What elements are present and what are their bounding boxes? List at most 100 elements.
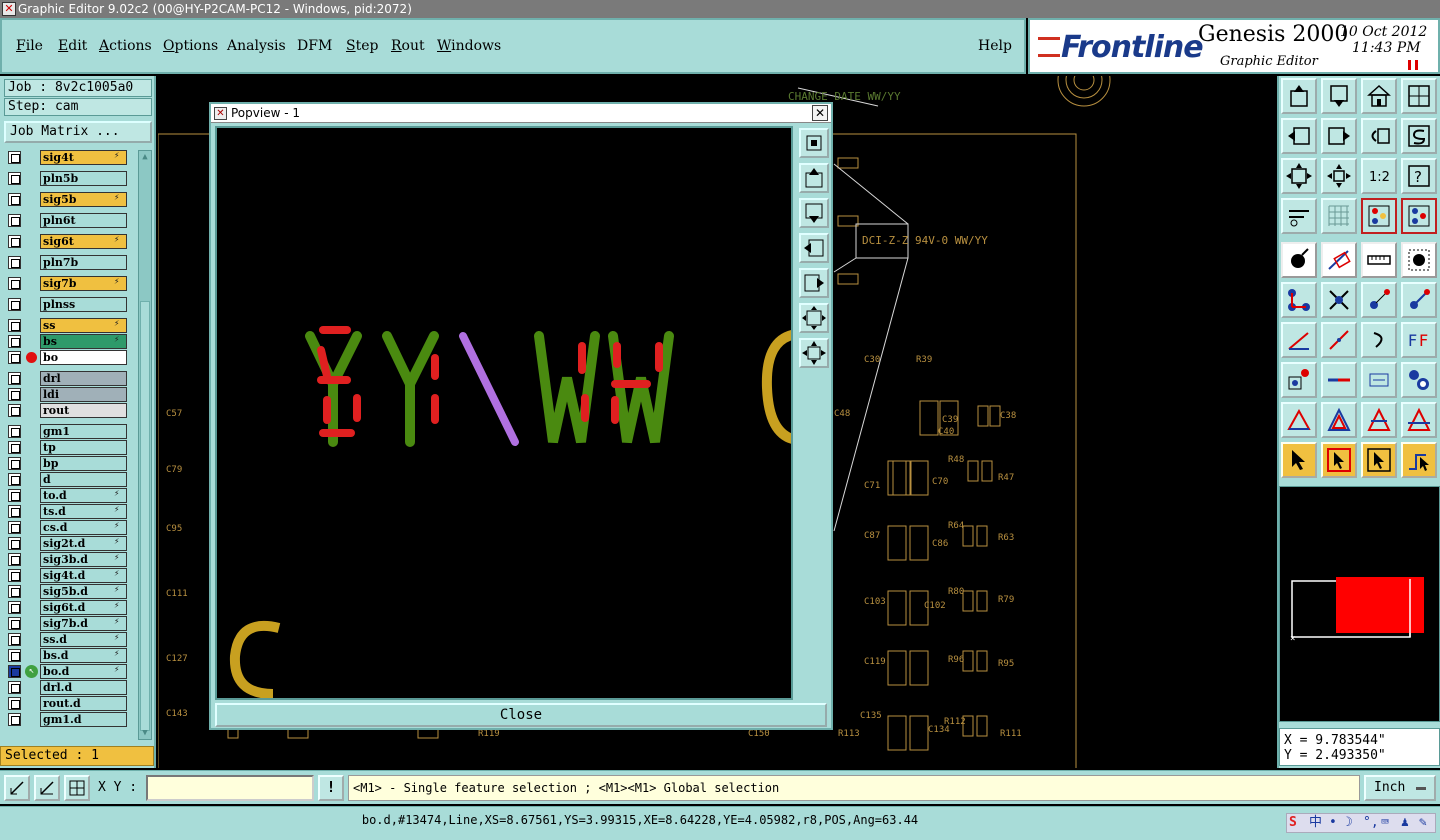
ime-punct-icon[interactable]: °, bbox=[1363, 815, 1379, 831]
menu-file[interactable]: File bbox=[16, 38, 43, 54]
horizontal-line-icon[interactable] bbox=[1321, 362, 1357, 398]
tools-palette-icon[interactable] bbox=[1281, 198, 1317, 234]
layer-row[interactable]: sig6t ⚡ bbox=[4, 234, 134, 249]
popview-close-button[interactable]: Close bbox=[215, 703, 827, 727]
layer-name[interactable]: pln5b bbox=[40, 171, 127, 186]
layer-scrollbar[interactable]: ▲ ▼ bbox=[138, 150, 152, 740]
layer-checkbox[interactable] bbox=[8, 388, 21, 401]
layer-checkbox[interactable] bbox=[8, 151, 21, 164]
triangle-double-icon[interactable] bbox=[1321, 402, 1357, 438]
layer-row[interactable]: cs.d ⚡ bbox=[4, 520, 134, 535]
menu-edit[interactable]: Edit bbox=[58, 38, 87, 54]
xy-input[interactable] bbox=[146, 775, 314, 801]
move-vertex-icon[interactable] bbox=[1401, 282, 1437, 318]
execute-button[interactable]: ! bbox=[318, 775, 344, 801]
select-pointer-icon[interactable] bbox=[1281, 442, 1317, 478]
layer-row[interactable]: ↖ bo.d ⚡ bbox=[4, 664, 134, 679]
wrench-icon[interactable]: ✎ bbox=[1419, 815, 1427, 831]
layer-row[interactable]: sig4t ⚡ bbox=[4, 150, 134, 165]
layer-checkbox[interactable] bbox=[8, 665, 21, 678]
pan-left-icon[interactable] bbox=[1281, 118, 1317, 154]
layer-checkbox[interactable] bbox=[8, 649, 21, 662]
popview-close-icon[interactable]: ✕ bbox=[812, 105, 828, 121]
layer-checkbox[interactable] bbox=[8, 697, 21, 710]
layer-row[interactable]: drl.d bbox=[4, 680, 134, 695]
add-pad-icon[interactable] bbox=[1281, 242, 1317, 278]
layer-row[interactable]: sig6t.d ⚡ bbox=[4, 600, 134, 615]
snap-mode-icon[interactable] bbox=[1361, 198, 1397, 234]
group-pads-icon[interactable] bbox=[1401, 362, 1437, 398]
layer-checkbox[interactable] bbox=[8, 537, 21, 550]
keyboard-icon[interactable]: ⌨ bbox=[1381, 815, 1389, 831]
layer-row[interactable]: bs.d ⚡ bbox=[4, 648, 134, 663]
layer-name[interactable]: gm1.d bbox=[40, 712, 127, 727]
arch-icon[interactable] bbox=[1361, 402, 1397, 438]
layer-checkbox[interactable] bbox=[8, 404, 21, 417]
layer-row[interactable]: ss.d ⚡ bbox=[4, 632, 134, 647]
layer-checkbox[interactable] bbox=[8, 235, 21, 248]
layer-row[interactable]: sig5b.d ⚡ bbox=[4, 584, 134, 599]
popview-pan-down-icon[interactable] bbox=[799, 198, 829, 228]
menu-analysis[interactable]: Analysis bbox=[227, 38, 286, 54]
layer-row[interactable]: to.d ⚡ bbox=[4, 488, 134, 503]
select-inside-pointer-icon[interactable] bbox=[1361, 442, 1397, 478]
ime-chinese-icon[interactable]: 中 bbox=[1309, 815, 1322, 831]
layer-row[interactable]: ts.d ⚡ bbox=[4, 504, 134, 519]
menu-step[interactable]: Step bbox=[346, 38, 378, 54]
grid-snap-icon[interactable] bbox=[64, 775, 90, 801]
layer-name[interactable]: ldi bbox=[40, 387, 127, 402]
layer-row[interactable]: plnss bbox=[4, 297, 134, 312]
pan-right-icon[interactable] bbox=[1321, 118, 1357, 154]
layer-row[interactable]: sig7b ⚡ bbox=[4, 276, 134, 291]
select-pad-icon[interactable] bbox=[1281, 362, 1317, 398]
layer-name[interactable]: bo bbox=[40, 350, 127, 365]
layer-row[interactable]: ss ⚡ bbox=[4, 318, 134, 333]
ruler-icon[interactable] bbox=[1361, 242, 1397, 278]
layer-row[interactable]: pln5b bbox=[4, 171, 134, 186]
layer-checkbox[interactable] bbox=[8, 351, 21, 364]
pan-down-icon[interactable] bbox=[1321, 78, 1357, 114]
layer-row[interactable]: bo bbox=[4, 350, 134, 365]
pan-up-icon[interactable] bbox=[1281, 78, 1317, 114]
scroll-down-icon[interactable]: ▼ bbox=[140, 727, 150, 739]
layer-checkbox[interactable] bbox=[8, 489, 21, 502]
layer-name[interactable]: rout.d bbox=[40, 696, 127, 711]
measure-icon[interactable] bbox=[1361, 362, 1397, 398]
layer-checkbox[interactable] bbox=[8, 569, 21, 582]
layer-row[interactable]: rout bbox=[4, 403, 134, 418]
snap-settings-icon[interactable] bbox=[1401, 198, 1437, 234]
layer-checkbox[interactable] bbox=[8, 425, 21, 438]
layer-checkbox[interactable] bbox=[8, 505, 21, 518]
layer-checkbox[interactable] bbox=[8, 335, 21, 348]
layer-checkbox[interactable] bbox=[8, 601, 21, 614]
triangle-outline-icon[interactable] bbox=[1281, 402, 1317, 438]
popview-titlebar[interactable]: ✕ Popview - 1 ✕ bbox=[211, 104, 831, 123]
menu-help[interactable]: Help bbox=[978, 38, 1012, 54]
menu-dfm[interactable]: DFM bbox=[297, 38, 332, 54]
connect-nodes-icon[interactable] bbox=[1281, 282, 1317, 318]
select-box-pointer-icon[interactable] bbox=[1321, 442, 1357, 478]
flip-icon[interactable]: FF bbox=[1401, 322, 1437, 358]
menu-options[interactable]: Options bbox=[163, 38, 218, 54]
layer-row[interactable]: ldi bbox=[4, 387, 134, 402]
layer-checkbox[interactable] bbox=[8, 617, 21, 630]
layer-name[interactable]: tp bbox=[40, 440, 127, 455]
layer-name[interactable]: d bbox=[40, 472, 127, 487]
layer-checkbox[interactable] bbox=[8, 521, 21, 534]
layer-checkbox[interactable] bbox=[8, 277, 21, 290]
layer-checkbox[interactable] bbox=[8, 256, 21, 269]
popview-zoom-in-icon[interactable] bbox=[799, 338, 829, 368]
layer-row[interactable]: sig2t.d ⚡ bbox=[4, 536, 134, 551]
move-point-icon[interactable] bbox=[1361, 282, 1397, 318]
layer-name[interactable]: pln7b bbox=[40, 255, 127, 270]
layer-checkbox[interactable] bbox=[8, 713, 21, 726]
unit-select[interactable]: Inch bbox=[1364, 775, 1436, 801]
popview-pan-right-icon[interactable] bbox=[799, 268, 829, 298]
layer-checkbox[interactable] bbox=[8, 441, 21, 454]
redraw-icon[interactable] bbox=[1401, 118, 1437, 154]
ime-dot-icon[interactable]: • bbox=[1329, 815, 1337, 831]
scroll-up-icon[interactable]: ▲ bbox=[140, 151, 150, 163]
pause-icon[interactable] bbox=[1408, 60, 1418, 70]
layer-checkbox[interactable] bbox=[8, 633, 21, 646]
layer-checkbox[interactable] bbox=[8, 172, 21, 185]
